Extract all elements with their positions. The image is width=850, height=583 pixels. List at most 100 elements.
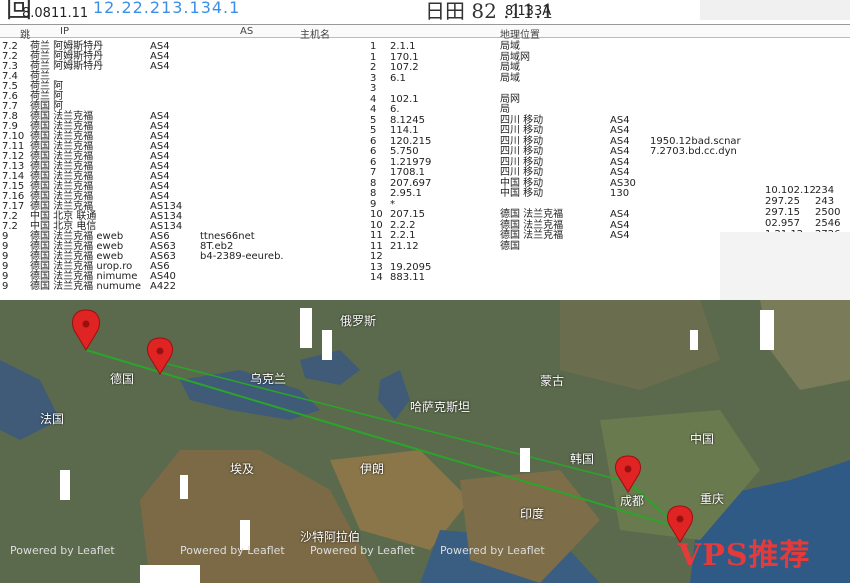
right-value-cell: 234 — [815, 185, 835, 196]
hop-number: 11 — [370, 230, 383, 241]
table-row[interactable]: 11 21.12 德国 — [360, 241, 720, 252]
header-bar: 回 12.22.213.134.1 8.0811.11 日田 82 .11.1 … — [0, 0, 850, 24]
label-chongqing: 重庆 — [700, 492, 725, 506]
hop-ip: 1.21979 — [390, 156, 432, 168]
hop-number: 12 — [370, 251, 383, 262]
hop-ip: 1708.1 — [390, 167, 425, 178]
table-row[interactable]: 14 883.11 — [360, 272, 720, 283]
hop-number: 13 — [370, 261, 383, 273]
label-germany: 德国 — [110, 372, 135, 386]
col-hop[interactable]: 跳 — [20, 26, 30, 41]
hop-number: 10 — [370, 219, 383, 231]
right-value-cell: 243 — [815, 196, 835, 207]
hop-host: 7.2703.bd.cc.dyn — [650, 146, 737, 157]
hop-ip: 2.95.1 — [390, 188, 422, 199]
hop-ip: * — [390, 198, 395, 210]
label-egypt: 埃及 — [230, 462, 255, 476]
label-iran: 伊朗 — [360, 462, 385, 476]
table-row[interactable]: 10 207.15 德国 法兰克福 AS4 — [360, 209, 720, 220]
col-host[interactable]: 主机名 — [300, 26, 330, 41]
map-attribution-2[interactable]: Powered by Leaflet — [180, 544, 285, 557]
map-attribution-1[interactable]: Powered by Leaflet — [10, 544, 115, 557]
map-attribution-3[interactable]: Powered by Leaflet — [310, 544, 415, 557]
hop-location: 德国 法兰克福 — [500, 230, 564, 241]
watermark-logo: VPS推荐 — [678, 538, 811, 573]
hop-number: 5 — [370, 125, 377, 136]
hop-number: 5 — [370, 114, 377, 126]
table-row[interactable]: 1 170.1 局域网 — [360, 52, 720, 63]
hop-number: 10 — [370, 209, 383, 220]
table-row[interactable]: 8 207.697 中国 移动 AS30 — [360, 178, 720, 189]
hop-host: 1950.12bad.scnar — [650, 135, 741, 147]
map-attribution-4[interactable]: Powered by Leaflet — [440, 544, 545, 557]
hop-ip: 2.2.1 — [390, 230, 416, 241]
table-row[interactable]: 13 19.2095 — [360, 262, 720, 273]
list-item[interactable]: 9 德国 法兰克福 numume A422 — [0, 281, 360, 292]
hop-as: AS4 — [610, 146, 630, 157]
table-row[interactable]: 7 1708.1 四川 移动 AS4 — [360, 167, 720, 178]
hop-location: 四川 移动 — [500, 135, 544, 147]
table-row[interactable]: 2 107.2 局域 — [360, 62, 720, 73]
hop-number: 8 — [370, 177, 377, 189]
table-row[interactable]: 11 2.2.1 德国 法兰克福 AS4 — [360, 230, 720, 241]
right-value-cell: 02.957 — [765, 218, 800, 229]
map-bottom-strip — [140, 565, 200, 583]
hop-location: 局域 — [500, 41, 520, 52]
table-row[interactable]: 12 — [360, 251, 720, 262]
table-row[interactable]: 3 — [360, 83, 720, 94]
hop-as: AS4 — [610, 156, 630, 168]
hop-number: 6 — [370, 156, 377, 168]
label-ukraine: 乌克兰 — [250, 372, 287, 386]
right-value-cell: 2500 — [815, 207, 841, 218]
hop-number: 1 — [370, 51, 377, 63]
hop-location: 德国 法兰克福 — [500, 209, 564, 220]
label-india: 印度 — [520, 507, 545, 521]
label-china: 中国 — [690, 432, 715, 446]
hop-number: 4 — [370, 104, 377, 115]
left-col-1: 9 — [2, 281, 9, 292]
hop-ip: 8.1245 — [390, 114, 425, 126]
table-row[interactable]: 6 5.750 四川 移动 AS4 7.2703.bd.cc.dyn — [360, 146, 737, 157]
hop-as: AS4 — [610, 209, 630, 220]
hop-location: 德国 法兰克福 — [500, 219, 564, 231]
source-ip-link[interactable]: 12.22.213.134.1 — [93, 0, 240, 17]
label-chengdu: 成都 — [620, 494, 645, 508]
target-ip: 8.0811.11 — [22, 6, 89, 21]
right-value-cell: 297.25 — [765, 196, 800, 207]
hop-number: 1 — [370, 41, 377, 52]
hop-ip: 2.2.2 — [390, 219, 416, 231]
label-kazakhstan: 哈萨克斯坦 — [410, 400, 471, 414]
col-location[interactable]: 地理位置 — [500, 26, 540, 41]
table-row[interactable]: 6 120.215 四川 移动 AS4 1950.12bad.scnar — [360, 135, 741, 147]
col-ip[interactable]: IP — [60, 26, 69, 37]
table-row[interactable]: 5 8.1245 四川 移动 AS4 — [360, 115, 720, 126]
hop-number: 7 — [370, 167, 377, 178]
left-col-2: 德国 法兰克福 numume — [30, 281, 142, 292]
label-mongolia: 蒙古 — [540, 374, 565, 388]
table-row[interactable]: 8 2.95.1 中国 移动 130 — [360, 188, 720, 199]
col-as[interactable]: AS — [240, 26, 253, 37]
label-saudi: 沙特阿拉伯 — [300, 530, 361, 544]
hop-location: 中国 移动 — [500, 177, 544, 189]
table-row[interactable]: 9 * — [360, 199, 720, 210]
hop-location: 中国 移动 — [500, 188, 544, 199]
hop-number: 8 — [370, 188, 377, 199]
hop-location: 四川 移动 — [500, 114, 544, 126]
hop-as: AS4 — [610, 125, 630, 136]
hop-location: 局域 — [500, 62, 520, 73]
traceroute-panel: 回 12.22.213.134.1 8.0811.11 日田 82 .11.1 … — [0, 0, 850, 300]
hop-as: AS4 — [610, 135, 630, 147]
hop-location: 局域网 — [500, 51, 530, 63]
table-row[interactable]: 1 2.1.1 局域 — [360, 41, 720, 52]
hop-number: 6 — [370, 135, 377, 147]
table-row[interactable]: 5 114.1 四川 移动 AS4 — [360, 125, 720, 136]
hop-ip: 19.2095 — [390, 261, 432, 273]
table-row[interactable]: 4 102.1 局网 — [360, 94, 720, 105]
hop-ip: 2.1.1 — [390, 41, 416, 52]
table-row[interactable]: 3 6.1 局域 — [360, 73, 720, 84]
table-row[interactable]: 4 6. 局 — [360, 104, 720, 115]
hop-as: 130 — [610, 188, 630, 199]
table-row[interactable]: 6 1.21979 四川 移动 AS4 — [360, 157, 720, 168]
table-row[interactable]: 10 2.2.2 德国 法兰克福 AS4 — [360, 220, 720, 231]
hop-ip: 102.1 — [390, 93, 419, 105]
